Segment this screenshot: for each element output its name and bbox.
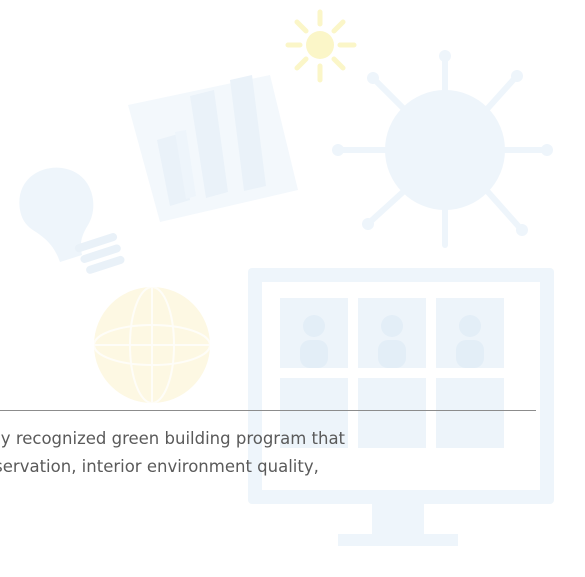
section-divider	[0, 410, 536, 411]
description-paragraph: This is an internationally recognized gr…	[0, 425, 568, 481]
bar-chart-icon	[128, 75, 298, 222]
video-call-monitor-icon	[248, 268, 554, 546]
virus-icon	[332, 50, 553, 248]
lightbulb-icon	[19, 167, 125, 274]
description-line: This is an internationally recognized gr…	[0, 429, 346, 448]
background-illustration	[19, 9, 554, 546]
description-line: focuses on energy conservation, interior…	[0, 457, 319, 476]
globe-icon	[93, 286, 211, 404]
page: This is an internationally recognized gr…	[0, 0, 585, 577]
sun-icon	[285, 9, 357, 83]
